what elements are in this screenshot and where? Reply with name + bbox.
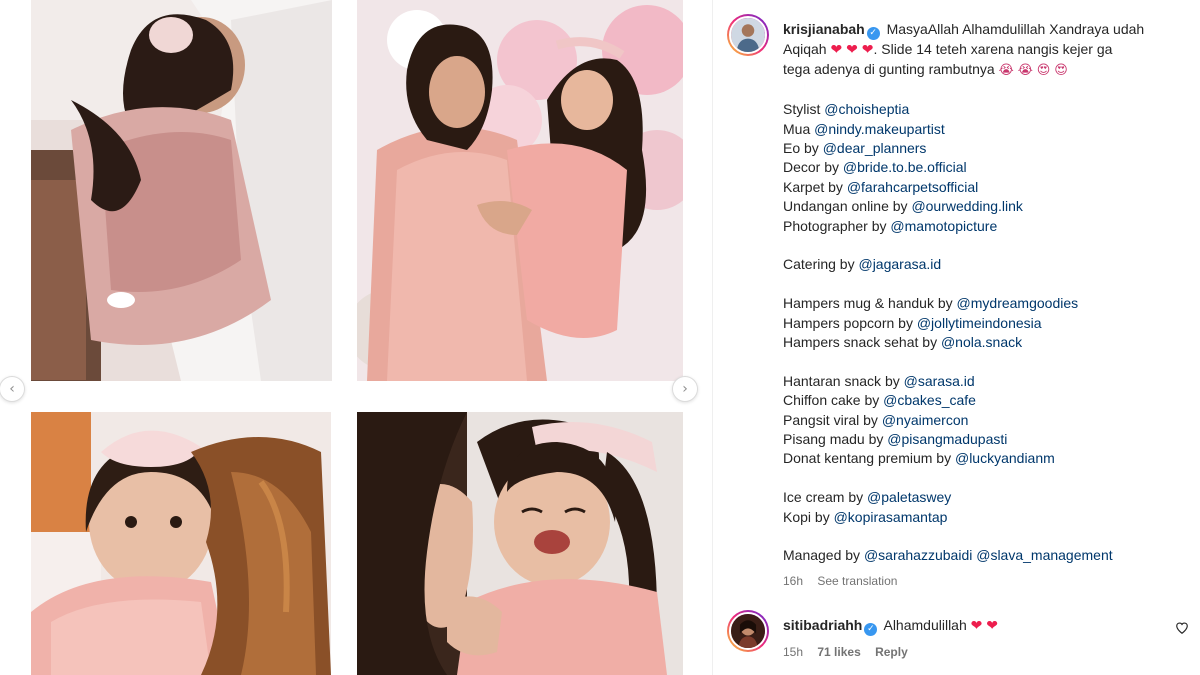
caption-slide: . Slide 14 teteh xarena nangis kejer ga bbox=[873, 41, 1113, 57]
credit-line: Stylist @choisheptia bbox=[783, 101, 910, 118]
credit-line: Chiffon cake by @cbakes_cafe bbox=[783, 392, 976, 409]
credit-line: Kopi by @kopirasamantap bbox=[783, 508, 948, 525]
author-username[interactable]: krisjianabah bbox=[783, 21, 865, 37]
mention-link[interactable]: @pisangmadupasti bbox=[887, 431, 1007, 447]
credit-line: Undangan online by @ourwedding.link bbox=[783, 198, 1023, 215]
post-timestamp[interactable]: 16h bbox=[783, 574, 803, 588]
mention-link[interactable]: @mydreamgoodies bbox=[957, 295, 1079, 311]
red-heart-emoji: ❤ bbox=[861, 42, 874, 58]
managed-line: Managed by @sarahazzubaidi @slava_manage… bbox=[783, 547, 1113, 564]
mention-link[interactable]: @bride.to.be.official bbox=[843, 159, 967, 175]
next-button[interactable]: › bbox=[672, 376, 698, 402]
credit-line: Hampers mug & handuk by @mydreamgoodies bbox=[783, 295, 1079, 312]
credit-line: Donat kentang premium by @luckyandianm bbox=[783, 450, 1055, 467]
heart-eyes-emoji: 😍 bbox=[1054, 63, 1068, 79]
mention-link[interactable]: @jollytimeindonesia bbox=[917, 315, 1042, 331]
comment-timestamp[interactable]: 15h bbox=[783, 645, 803, 659]
mention-link[interactable]: @nindy.makeupartist bbox=[814, 121, 945, 137]
commenter-username[interactable]: sitibadriahh bbox=[783, 617, 862, 633]
chevron-right-icon: › bbox=[682, 381, 688, 397]
verified-badge-icon: ✓ bbox=[864, 623, 878, 636]
credit-line: Pangsit viral by @nyaimercon bbox=[783, 411, 969, 428]
post-caption: krisjianabah ✓ MasyaAllah Alhamdulillah X… bbox=[783, 20, 1195, 566]
credit-line: Decor by @bride.to.be.official bbox=[783, 159, 967, 176]
mention-link[interactable]: @slava_management bbox=[976, 547, 1112, 563]
red-heart-emoji: ❤ bbox=[970, 618, 983, 634]
heart-outline-icon[interactable] bbox=[1175, 621, 1189, 635]
mention-link[interactable]: @cbakes_cafe bbox=[883, 392, 976, 408]
gallery-photo-1[interactable] bbox=[31, 0, 332, 381]
commenter-avatar[interactable] bbox=[727, 610, 769, 652]
credit-line: Pisang madu by @pisangmadupasti bbox=[783, 431, 1008, 448]
credit-line: Hampers snack sehat by @nola.snack bbox=[783, 334, 1023, 351]
credit-line: Mua @nindy.makeupartist bbox=[783, 120, 945, 137]
mention-link[interactable]: @sarahazzubaidi bbox=[864, 547, 972, 563]
comment-meta: 15h 71 likes Reply bbox=[783, 645, 919, 659]
verified-badge-icon: ✓ bbox=[866, 27, 880, 40]
mention-link[interactable]: @kopirasamantap bbox=[834, 509, 948, 525]
red-heart-emoji: ❤ bbox=[986, 618, 999, 634]
credit-line: Karpet by @farahcarpetsofficial bbox=[783, 178, 979, 195]
previous-button[interactable]: ‹ bbox=[0, 376, 25, 402]
credit-line: Photographer by @mamotopicture bbox=[783, 217, 998, 234]
caption-meta: 16h See translation bbox=[783, 574, 908, 588]
mention-link[interactable]: @farahcarpetsofficial bbox=[847, 179, 978, 195]
crying-face-emoji: 😭 bbox=[998, 63, 1014, 79]
credit-line: Ice cream by @paletaswey bbox=[783, 489, 952, 506]
comment-text: Alhamdulillah bbox=[883, 617, 967, 633]
mention-link[interactable]: @nyaimercon bbox=[882, 412, 969, 428]
credit-line: Hampers popcorn by @jollytimeindonesia bbox=[783, 314, 1042, 331]
credit-line: Hantaran snack by @sarasa.id bbox=[783, 372, 975, 389]
mention-link[interactable]: @jagarasa.id bbox=[858, 256, 941, 272]
credit-line: Catering by @jagarasa.id bbox=[783, 256, 942, 273]
crying-face-emoji: 😭 bbox=[1017, 63, 1033, 79]
author-avatar[interactable] bbox=[727, 14, 769, 56]
red-heart-emoji: ❤ bbox=[830, 42, 843, 58]
photo-gallery: ‹ › bbox=[0, 0, 712, 675]
mention-link[interactable]: @dear_planners bbox=[823, 140, 927, 156]
caption-intro: MasyaAllah Alhamdulillah Xandraya udah bbox=[886, 21, 1145, 37]
gallery-photo-3[interactable] bbox=[31, 412, 331, 675]
comment-likes[interactable]: 71 likes bbox=[817, 645, 860, 659]
mention-link[interactable]: @ourwedding.link bbox=[911, 198, 1023, 214]
reply-button[interactable]: Reply bbox=[875, 645, 908, 659]
comments-panel: krisjianabah ✓ MasyaAllah Alhamdulillah X… bbox=[713, 0, 1200, 675]
mention-link[interactable]: @luckyandianm bbox=[955, 450, 1055, 466]
gallery-photo-2[interactable] bbox=[357, 0, 683, 381]
gallery-photo-4[interactable] bbox=[357, 412, 683, 675]
credit-line: Eo by @dear_planners bbox=[783, 140, 927, 157]
comment-body: sitibadriahh ✓ Alhamdulillah ❤ ❤ bbox=[783, 617, 998, 636]
mention-link[interactable]: @sarasa.id bbox=[904, 373, 975, 389]
heart-eyes-emoji: 😍 bbox=[1036, 63, 1051, 79]
mention-link[interactable]: @choisheptia bbox=[824, 101, 909, 117]
mention-link[interactable]: @mamotopicture bbox=[890, 218, 997, 234]
caption-intro-2: Aqiqah bbox=[783, 41, 827, 57]
caption-slide-2: tega adenya di gunting rambutnya bbox=[783, 61, 995, 78]
mention-link[interactable]: @paletaswey bbox=[867, 489, 951, 505]
red-heart-emoji: ❤ bbox=[846, 42, 858, 58]
chevron-left-icon: ‹ bbox=[9, 381, 15, 397]
see-translation-button[interactable]: See translation bbox=[817, 574, 897, 588]
mention-link[interactable]: @nola.snack bbox=[941, 334, 1022, 350]
